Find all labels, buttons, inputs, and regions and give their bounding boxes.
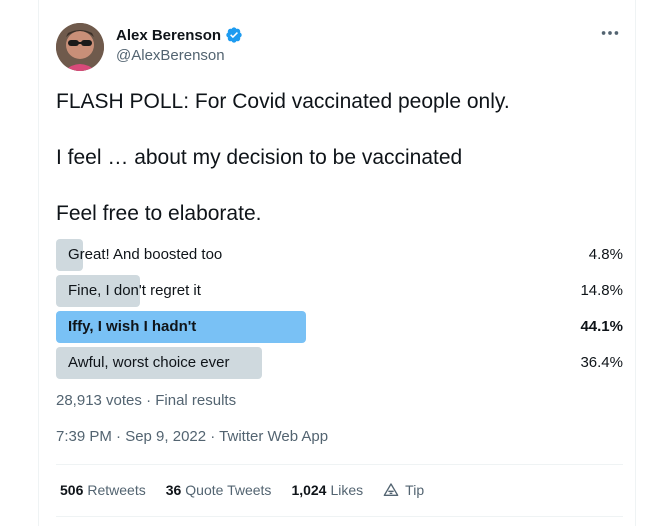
tweet-stats: 506 Retweets 36 Quote Tweets 1,024 Likes Ti… [60,482,424,498]
quote-tweets-label: Quote Tweets [185,482,272,498]
tweet-card: Alex Berenson @AlexBerenson FLASH POLL: … [38,0,636,526]
poll-option: Iffy, I wish I hadn't 44.1% [56,311,623,343]
likes-stat[interactable]: 1,024 Likes [291,482,363,498]
tweet-text-line-3: Feel free to elaborate. [56,202,262,225]
poll-option-label: Fine, I don't regret it [68,282,201,299]
retweets-label: Retweets [87,482,146,498]
poll-option-percent: 14.8% [580,282,623,299]
quote-tweets-stat[interactable]: 36 Quote Tweets [166,482,272,498]
avatar-image [56,23,104,71]
verified-badge-icon [226,27,242,43]
likes-label: Likes [330,482,364,498]
divider [56,464,623,465]
poll-option-percent: 44.1% [580,318,623,335]
retweets-stat[interactable]: 506 Retweets [60,482,146,498]
tip-icon [383,483,399,496]
tweet-text-line-2: I feel … about my decision to be vaccina… [56,146,463,169]
quote-tweets-count: 36 [165,482,182,498]
poll-option-percent: 4.8% [588,246,623,263]
poll-option-label: Iffy, I wish I hadn't [68,318,197,335]
tip-label: Tip [405,482,425,498]
poll-option: Great! And boosted too 4.8% [56,239,623,271]
divider [56,516,623,517]
author-name[interactable]: Alex Berenson [116,27,221,44]
likes-count: 1,024 [291,482,327,498]
poll-option: Fine, I don't regret it 14.8% [56,275,623,307]
more-options-icon[interactable] [599,22,621,44]
author-name-row[interactable]: Alex Berenson [116,26,243,44]
retweets-count: 506 [60,482,84,498]
poll-option-percent: 36.4% [580,354,623,371]
poll-summary: 28,913 votes · Final results [56,392,237,409]
poll-option-label: Awful, worst choice ever [68,354,230,371]
poll-option-label: Great! And boosted too [68,246,223,263]
poll-option: Awful, worst choice ever 36.4% [56,347,623,379]
author-handle[interactable]: @AlexBerenson [116,47,225,64]
tip-button[interactable]: Tip [383,482,424,498]
tweet-timestamp[interactable]: 7:39 PM · Sep 9, 2022 · Twitter Web App [56,428,328,445]
avatar[interactable] [56,23,104,71]
tweet-text-line-1: FLASH POLL: For Covid vaccinated people … [56,90,510,113]
